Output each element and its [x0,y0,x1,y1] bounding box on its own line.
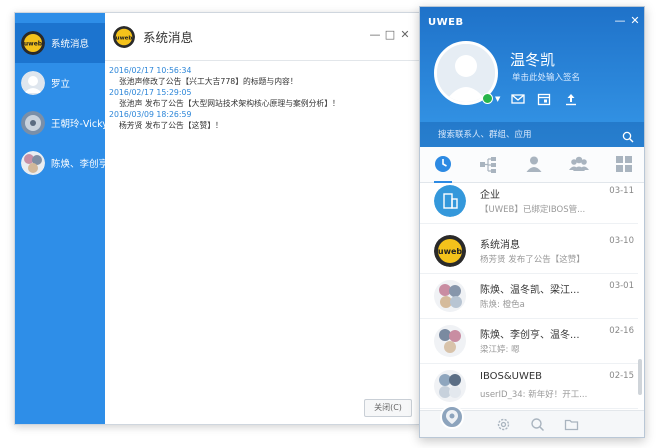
conversation-name: 企业 [480,190,500,201]
conversation-name: 陈焕、温冬凯、梁江... [480,285,580,296]
tab-contacts[interactable] [523,153,545,175]
user-name: 温冬凯 [510,51,556,69]
app-name: UWEB [428,17,464,28]
conversation-item-luoli[interactable]: 罗立 [15,63,105,103]
conversation-sidebar: uweb 系统消息 罗立 王朝玲-Vicky 陈焕、李创亨 [15,13,105,424]
conversation-name: 王朝玲-Vicky [51,119,105,130]
conversation-name: 系统消息 [51,39,90,50]
message-timestamp: 2016/02/17 10:56:34 [109,66,192,75]
maximize-button[interactable]: □ [384,29,396,41]
last-message: 杨芳贤 发布了公告【这赞】 [480,255,585,265]
enterprise-avatar [434,185,466,217]
default-avatar [21,71,45,95]
list-item[interactable]: 陈焕、温冬凯、梁江... 03-01 陈焕: 橙色a [420,274,638,319]
svg-text:uweb: uweb [438,247,463,256]
online-status-icon [482,93,493,104]
conversation-time: 02-15 [609,371,634,381]
message-text: 杨芳贤 发布了公告【这赞】！ [119,121,223,130]
settings-icon[interactable] [496,417,511,432]
group-avatar [434,370,466,402]
tab-bar [420,147,644,183]
uweb-logo-avatar: uweb [113,25,135,48]
groups-icon [569,156,589,171]
conversation-time: 03-11 [609,186,634,196]
recent-icon [435,156,451,172]
conversation-item-vicky[interactable]: 王朝玲-Vicky [15,103,105,143]
mail-icon[interactable] [511,91,525,105]
upload-icon[interactable] [564,91,578,106]
close-icon[interactable]: ✕ [399,29,411,41]
conversation-name: 罗立 [51,79,71,90]
tab-groups[interactable] [568,153,590,175]
scrollbar-thumb[interactable] [638,359,642,395]
conversation-item-system[interactable]: uweb 系统消息 [15,23,105,63]
contacts-icon [526,156,542,172]
conversation-name: 陈焕、李创亨 [51,159,105,170]
close-icon[interactable]: ✕ [629,15,641,27]
message-timestamp: 2016/02/17 15:29:05 [109,88,192,97]
list-item[interactable]: 企业 03-11 【UWEB】已绑定IBOS管... [420,183,638,224]
calendar-icon[interactable] [537,91,551,106]
list-item[interactable]: 陈焕、李创亨、温冬... 02-16 梁江婷: 嗯 [420,319,638,364]
group-avatar [21,151,45,175]
conversation-name: IBOS&UWEB [480,371,543,382]
minimize-button[interactable]: — [369,29,381,41]
profile-header: UWEB — ✕ ▼ 温冬凯 单击此处输入签名 [420,7,644,147]
conversation-time: 03-10 [609,236,634,246]
bottom-toolbar [420,405,644,437]
system-message-window: uweb 系统消息 罗立 王朝玲-Vicky 陈焕、李创亨 uweb 系统消息 … [14,12,420,425]
status-caret-icon[interactable]: ▼ [495,95,500,103]
search-icon[interactable] [622,128,634,143]
group-avatar [434,325,466,357]
svg-text:uweb: uweb [24,41,43,48]
message-text: 张池声修改了公告【兴工大吉778】的标题与内容！ [119,77,298,86]
apps-icon [616,156,632,172]
tab-apps[interactable] [613,153,635,175]
recent-conversation-list: 企业 03-11 【UWEB】已绑定IBOS管... uweb 系统消息 03-… [420,183,644,411]
tab-organization[interactable] [477,153,499,175]
last-message: 梁江婷: 嗯 [480,345,520,355]
last-message: userID_34: 新年好！开工... [480,390,588,400]
photo-avatar [21,111,45,135]
chat-main: uweb 系统消息 — □ ✕ 2016/02/17 10:56:34 张池声修… [105,13,419,424]
message-list: 2016/02/17 10:56:34 张池声修改了公告【兴工大吉778】的标题… [109,66,415,132]
chat-title: 系统消息 [143,30,194,45]
list-item[interactable]: uweb 系统消息 03-10 杨芳贤 发布了公告【这赞】 [420,229,638,274]
search-input[interactable] [420,122,644,147]
signature-field[interactable]: 单击此处输入签名 [512,71,580,83]
conversation-name: 陈焕、李创亨、温冬... [480,330,580,341]
group-avatar [434,280,466,312]
svg-text:uweb: uweb [116,35,133,41]
folder-icon[interactable] [564,417,579,432]
conversation-time: 03-01 [609,281,634,291]
last-message: 【UWEB】已绑定IBOS管... [480,205,586,215]
message-text: 张池声 发布了公告【大型网站技术架构核心原理与案例分析】！ [119,99,340,108]
uweb-logo-icon[interactable] [440,405,464,429]
message-timestamp: 2016/03/09 18:26:59 [109,110,192,119]
conversation-time: 02-16 [609,326,634,336]
last-message: 陈焕: 橙色a [480,300,525,310]
search-bar [420,122,644,147]
tab-recent[interactable] [432,153,454,175]
main-panel: UWEB — ✕ ▼ 温冬凯 单击此处输入签名 搜索联系人、群组、应用 企业 0… [419,6,645,438]
minimize-button[interactable]: — [614,15,626,27]
conversation-name: 系统消息 [480,240,520,251]
desktop: uweb 系统消息 罗立 王朝玲-Vicky 陈焕、李创亨 uweb 系统消息 … [0,0,657,448]
close-button[interactable]: 关闭(C) [364,399,412,417]
uweb-logo-avatar: uweb [434,235,466,267]
uweb-logo-avatar: uweb [21,31,45,55]
list-item[interactable]: IBOS&UWEB 02-15 userID_34: 新年好！开工... [420,364,638,409]
search-icon[interactable] [530,417,545,432]
conversation-item-group[interactable]: 陈焕、李创亨 [15,143,105,183]
org-tree-icon [480,157,496,173]
